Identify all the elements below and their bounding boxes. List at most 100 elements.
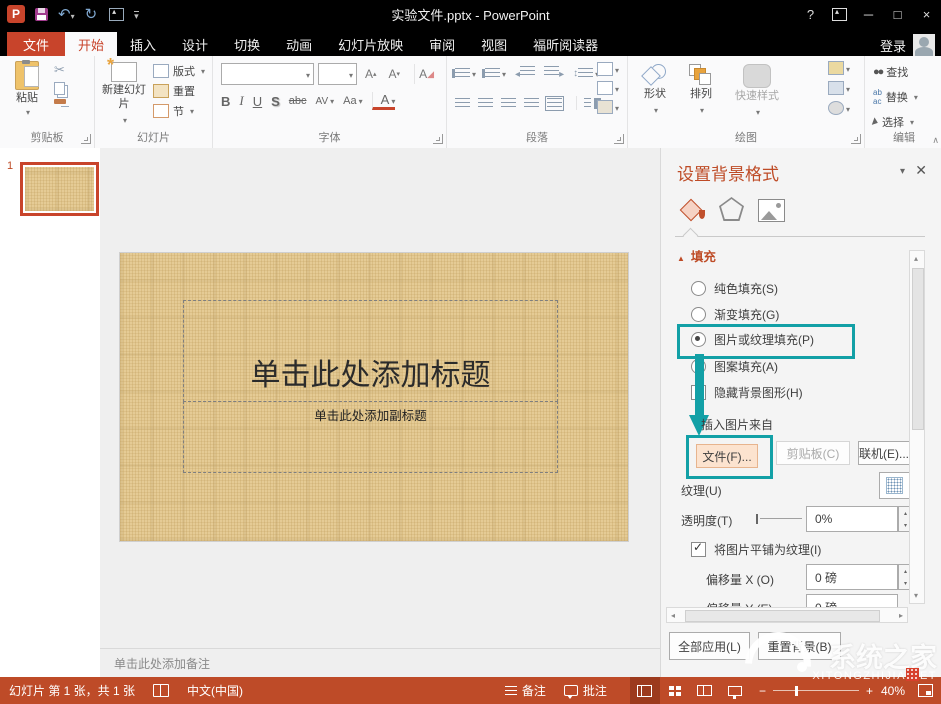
collapse-ribbon-icon[interactable]: ∧ — [932, 135, 939, 146]
tab-home[interactable]: 开始 — [65, 32, 117, 56]
font-dialog-launcher[interactable] — [433, 134, 443, 144]
bullets-button[interactable] — [455, 66, 476, 80]
tab-animations[interactable]: 动画 — [273, 32, 325, 56]
horizontal-scroll-thumb[interactable] — [685, 610, 880, 622]
language-indicator[interactable]: 中文(中国) — [178, 677, 252, 704]
align-left-icon[interactable] — [455, 98, 470, 109]
pane-close-icon[interactable]: ✕ — [915, 162, 927, 179]
pane-horizontal-scrollbar[interactable]: ◂ ▸ — [666, 607, 908, 623]
transparency-value-field[interactable]: 0% — [806, 506, 898, 532]
pane-options-caret-icon[interactable]: ▾ — [900, 166, 905, 177]
gradient-fill-radio[interactable] — [691, 307, 706, 322]
slide-sorter-view-button[interactable] — [660, 677, 690, 704]
increase-font-size-button[interactable]: A▴ — [361, 64, 381, 84]
zoom-slider[interactable] — [773, 690, 859, 691]
fill-tab-icon[interactable] — [679, 198, 705, 222]
undo-icon[interactable]: ↶▾ — [58, 7, 75, 22]
zoom-slider-thumb[interactable] — [795, 686, 798, 696]
vertical-scroll-thumb[interactable] — [912, 268, 924, 430]
tab-design[interactable]: 设计 — [169, 32, 221, 56]
italic-button[interactable]: I — [239, 93, 243, 109]
distributed-icon[interactable] — [547, 98, 562, 109]
picture-tab-icon[interactable] — [758, 199, 785, 222]
redo-icon[interactable]: ↻ — [85, 7, 98, 22]
shape-effects-button[interactable] — [828, 101, 850, 115]
notes-toggle[interactable]: 备注 — [496, 677, 555, 704]
title-placeholder[interactable]: 单击此处添加标题 — [183, 300, 558, 402]
shape-fill-button[interactable] — [828, 61, 850, 75]
reading-view-button[interactable] — [690, 677, 720, 704]
spell-check-icon[interactable] — [144, 677, 178, 704]
scroll-down-icon[interactable]: ▾ — [914, 591, 918, 600]
tab-review[interactable]: 审阅 — [416, 32, 468, 56]
font-name-combo[interactable] — [221, 63, 314, 85]
tab-transitions[interactable]: 切换 — [221, 32, 273, 56]
comments-toggle[interactable]: 批注 — [555, 677, 616, 704]
notes-bar[interactable]: 单击此处添加备注 — [100, 648, 660, 677]
reset-button[interactable]: 重置 — [153, 81, 205, 101]
arrange-button[interactable]: 排列 — [684, 64, 718, 118]
tile-picture-option[interactable]: 将图片平铺为纹理(I) — [691, 541, 821, 557]
powerpoint-logo-icon[interactable]: P — [7, 5, 25, 23]
scroll-right-icon[interactable]: ▸ — [899, 611, 907, 620]
new-slide-button[interactable]: 新建幻灯片 — [100, 62, 148, 127]
pane-vertical-scrollbar[interactable]: ▴ ▾ — [909, 250, 925, 604]
clipboard-dialog-launcher[interactable] — [81, 134, 91, 144]
increase-indent-icon[interactable]: ▸ — [544, 66, 564, 80]
strikethrough-button[interactable]: abc — [289, 95, 307, 107]
help-icon[interactable]: ? — [796, 0, 825, 28]
zoom-out-icon[interactable]: − — [759, 684, 766, 698]
section-button[interactable]: 节 — [153, 101, 205, 121]
offset-x-field[interactable]: 0 磅 — [806, 564, 898, 590]
align-right-icon[interactable] — [501, 98, 516, 109]
pattern-fill-option[interactable]: 图案填充(A) — [691, 358, 778, 374]
underline-button[interactable]: U — [253, 94, 262, 109]
tab-insert[interactable]: 插入 — [117, 32, 169, 56]
slide-thumbnail[interactable] — [20, 162, 99, 216]
ribbon-display-options-icon[interactable] — [825, 0, 854, 28]
file-button[interactable]: 文件(F)... — [696, 444, 758, 468]
paste-button[interactable]: 粘贴 — [8, 61, 46, 120]
slide-counter[interactable]: 幻灯片 第 1 张，共 1 张 — [0, 677, 144, 704]
scroll-up-icon[interactable]: ▴ — [914, 254, 918, 263]
text-shadow-button[interactable]: S — [271, 94, 280, 109]
save-icon[interactable] — [35, 8, 48, 21]
copy-icon[interactable] — [54, 82, 65, 95]
format-painter-icon[interactable] — [54, 99, 66, 104]
font-size-combo[interactable] — [318, 63, 357, 85]
slide-canvas[interactable]: 单击此处添加标题 单击此处添加副标题 — [120, 253, 628, 541]
maximize-icon[interactable]: □ — [883, 0, 912, 28]
start-slideshow-icon[interactable] — [109, 8, 124, 21]
hide-background-option[interactable]: 隐藏背景图形(H) — [691, 384, 803, 400]
numbering-button[interactable] — [485, 66, 506, 80]
cut-icon[interactable]: ✂ — [54, 62, 66, 78]
gradient-fill-option[interactable]: 渐变填充(G) — [691, 306, 779, 322]
tab-slideshow[interactable]: 幻灯片放映 — [325, 32, 416, 56]
zoom-percent[interactable]: 40% — [877, 677, 909, 704]
align-center-icon[interactable] — [478, 98, 493, 109]
shape-outline-button[interactable] — [828, 81, 850, 95]
scroll-left-icon[interactable]: ◂ — [667, 611, 675, 620]
reset-background-button[interactable]: 重置背景(B) — [758, 632, 841, 660]
solid-fill-option[interactable]: 纯色填充(S) — [691, 280, 778, 296]
tile-picture-checkbox[interactable] — [691, 542, 706, 557]
layout-button[interactable]: 版式 — [153, 61, 205, 81]
quick-styles-button[interactable]: 快速样式 — [728, 64, 786, 120]
zoom-in-icon[interactable]: + — [866, 684, 873, 698]
tab-foxit-reader[interactable]: 福昕阅读器 — [520, 32, 611, 56]
sign-in-link[interactable]: 登录 — [880, 36, 906, 55]
avatar[interactable] — [913, 34, 935, 56]
fit-slide-to-window-icon[interactable] — [909, 677, 941, 704]
drawing-dialog-launcher[interactable] — [851, 134, 861, 144]
tab-file[interactable]: 文件 — [7, 32, 65, 56]
justify-icon[interactable] — [524, 98, 539, 109]
convert-smartart-button[interactable] — [597, 100, 619, 114]
find-button[interactable]: ●●查找 — [873, 62, 918, 82]
normal-view-button[interactable] — [630, 677, 660, 704]
transparency-slider-track[interactable] — [760, 518, 802, 519]
font-color-button[interactable]: A — [372, 92, 396, 110]
online-button[interactable]: 联机(E)... — [858, 441, 910, 465]
customize-qat-icon[interactable]: ▾ — [134, 11, 139, 20]
change-case-button[interactable]: Aa — [343, 95, 362, 107]
apply-to-all-button[interactable]: 全部应用(L) — [669, 632, 750, 660]
